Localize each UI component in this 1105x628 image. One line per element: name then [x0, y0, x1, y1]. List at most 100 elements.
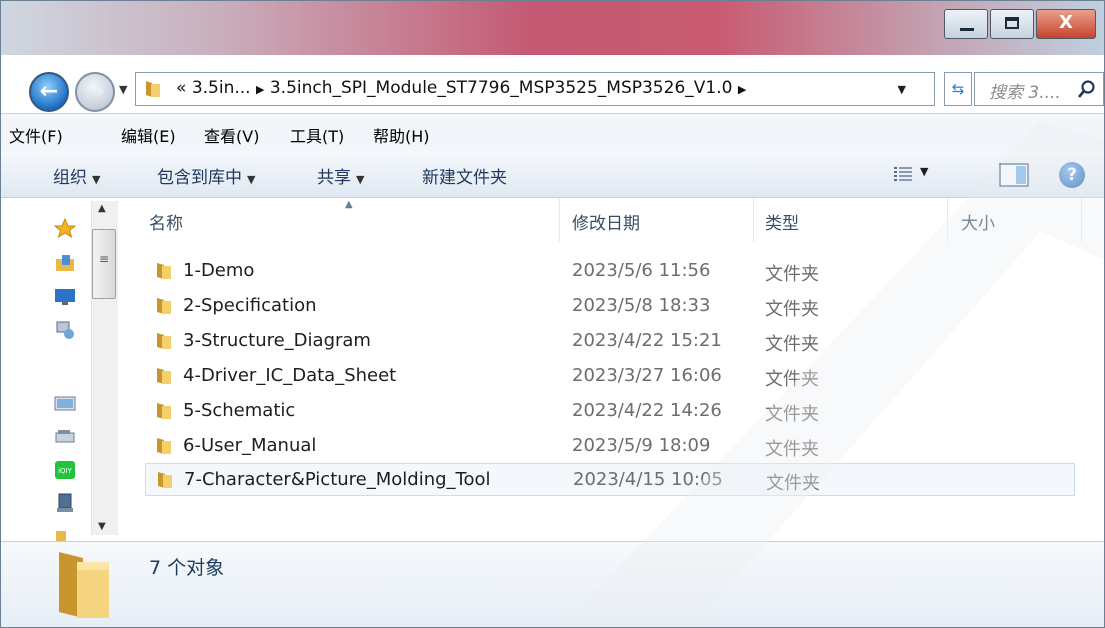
title-bar[interactable]: X [1, 1, 1104, 55]
scroll-down-icon[interactable]: ▼ [98, 521, 106, 532]
close-icon: X [1059, 12, 1073, 33]
file-row[interactable]: 6-User_Manual 2023/5/9 18:09 文件夹 [145, 430, 1075, 463]
grip-icon: ≡ [99, 252, 110, 266]
file-type: 文件夹 [765, 439, 819, 460]
column-divider[interactable] [1081, 198, 1082, 242]
file-date: 2023/5/8 18:33 [572, 295, 711, 316]
column-header-type[interactable]: 类型 [765, 209, 799, 234]
file-name: 6-User_Manual [183, 435, 317, 456]
chevron-down-icon: ▼ [356, 173, 365, 186]
column-divider[interactable] [753, 198, 754, 242]
arrow-left-icon: ← [39, 79, 59, 104]
svg-text:iQIY: iQIY [58, 467, 73, 475]
address-row: ← → ▼ « 3.5in... ▶ 3.5inch_SPI_Module_ST… [1, 59, 1104, 113]
back-button[interactable]: ← [29, 72, 69, 112]
file-name: 5-Schematic [183, 400, 296, 421]
column-divider[interactable] [947, 198, 948, 242]
scrollbar-thumb[interactable]: ≡ [92, 229, 116, 299]
folder-icon [157, 438, 171, 454]
breadcrumb-separator[interactable]: ▶ [256, 83, 264, 96]
navigation-scrollbar[interactable]: ▲ ≡ ▼ [91, 201, 118, 535]
network-drive-icon[interactable] [54, 493, 76, 513]
library-folder-icon[interactable] [54, 253, 76, 273]
minimize-button[interactable] [944, 9, 988, 39]
folder-icon [157, 403, 171, 419]
sort-ascending-icon: ▲ [345, 199, 353, 210]
address-bar[interactable]: « 3.5in... ▶ 3.5inch_SPI_Module_ST7796_M… [135, 72, 935, 106]
include-label: 包含到库中 [157, 168, 242, 188]
breadcrumb-overflow[interactable]: « [176, 78, 186, 98]
menu-edit[interactable]: 编辑(E) [121, 123, 176, 147]
computer-icon[interactable] [54, 393, 76, 413]
file-date: 2023/4/15 10:05 [573, 469, 723, 490]
address-dropdown-icon[interactable]: ▼ [898, 83, 906, 96]
file-row[interactable]: 4-Driver_IC_Data_Sheet 2023/3/27 16:06 文… [145, 360, 1075, 393]
file-row[interactable]: 3-Structure_Diagram 2023/4/22 15:21 文件夹 [145, 325, 1075, 358]
folder-icon [157, 298, 171, 314]
item-count: 7 个对象 [149, 557, 225, 579]
column-header-date[interactable]: 修改日期 [572, 209, 640, 234]
file-name: 2-Specification [183, 295, 317, 316]
refresh-icon: ⇆ [951, 80, 965, 98]
file-name: 4-Driver_IC_Data_Sheet [183, 365, 397, 386]
organize-label: 组织 [53, 168, 87, 188]
favorites-star-icon[interactable] [54, 218, 76, 238]
search-placeholder: 搜索 3.... [989, 83, 1061, 103]
details-pane: 7 个对象 [1, 541, 1104, 627]
view-options-icon[interactable] [894, 166, 912, 182]
help-button[interactable]: ? [1059, 162, 1085, 188]
file-date: 2023/5/6 11:56 [572, 260, 711, 281]
file-row[interactable]: 2-Specification 2023/5/8 18:33 文件夹 [145, 290, 1075, 323]
share-button[interactable]: 共享 ▼ [317, 163, 364, 188]
search-input[interactable]: 搜索 3.... [974, 72, 1104, 106]
file-name: 3-Structure_Diagram [183, 330, 371, 351]
file-type: 文件夹 [765, 334, 819, 355]
column-divider[interactable] [559, 198, 560, 242]
file-name: 1-Demo [183, 260, 255, 281]
folder-icon [146, 81, 160, 97]
organize-button[interactable]: 组织 ▼ [53, 163, 100, 188]
help-icon: ? [1067, 165, 1077, 185]
breadcrumb-item-current[interactable]: 3.5inch_SPI_Module_ST7796_MSP3525_MSP352… [270, 78, 733, 98]
minimize-icon [960, 28, 974, 31]
scroll-up-icon[interactable]: ▲ [98, 203, 106, 214]
file-date: 2023/4/22 14:26 [572, 400, 722, 421]
desktop-icon[interactable] [54, 286, 76, 306]
refresh-button[interactable]: ⇆ [944, 72, 972, 106]
maximize-button[interactable] [990, 9, 1034, 39]
file-type: 文件夹 [765, 369, 819, 390]
command-bar: 组织 ▼ 包含到库中 ▼ 共享 ▼ 新建文件夹 ▼ ? [1, 151, 1104, 198]
drive-icon[interactable] [54, 426, 76, 446]
menu-view[interactable]: 查看(V) [204, 123, 259, 147]
file-date: 2023/5/9 18:09 [572, 435, 711, 456]
iqiyi-app-icon[interactable]: iQIY [54, 460, 76, 480]
close-button[interactable]: X [1036, 9, 1096, 39]
folder-icon [157, 368, 171, 384]
column-header-name[interactable]: 名称 [149, 209, 183, 234]
chevron-down-icon: ▼ [247, 173, 256, 186]
file-type: 文件夹 [766, 473, 820, 494]
explorer-window: X ← → ▼ « 3.5in... ▶ 3.5inch_SPI_Module_… [0, 0, 1105, 628]
forward-button[interactable]: → [75, 72, 115, 112]
network-icon[interactable] [54, 320, 76, 340]
menu-tools[interactable]: 工具(T) [290, 123, 344, 147]
preview-pane-icon[interactable] [999, 163, 1029, 187]
search-icon[interactable] [1077, 79, 1097, 99]
file-row-selected[interactable]: 7-Character&Picture_Molding_Tool 2023/4/… [145, 463, 1075, 496]
file-list: 名称 ▲ 修改日期 类型 大小 1-Demo 2023/5/6 11:56 文件… [119, 198, 1104, 541]
folder-icon [157, 333, 171, 349]
history-dropdown[interactable]: ▼ [119, 83, 127, 96]
breadcrumb-separator[interactable]: ▶ [738, 83, 746, 96]
include-in-library-button[interactable]: 包含到库中 ▼ [157, 163, 255, 188]
view-dropdown-icon[interactable]: ▼ [920, 165, 928, 178]
new-folder-button[interactable]: 新建文件夹 [422, 163, 507, 188]
file-row[interactable]: 5-Schematic 2023/4/22 14:26 文件夹 [145, 395, 1075, 428]
menu-file[interactable]: 文件(F) [9, 123, 63, 147]
file-row[interactable]: 1-Demo 2023/5/6 11:56 文件夹 [145, 255, 1075, 288]
folder-icon [158, 472, 172, 488]
menu-help[interactable]: 帮助(H) [373, 123, 430, 147]
breadcrumb-item-parent[interactable]: 3.5in... [192, 78, 251, 98]
share-label: 共享 [317, 168, 351, 188]
column-header-size[interactable]: 大小 [961, 209, 995, 234]
file-type: 文件夹 [765, 404, 819, 425]
